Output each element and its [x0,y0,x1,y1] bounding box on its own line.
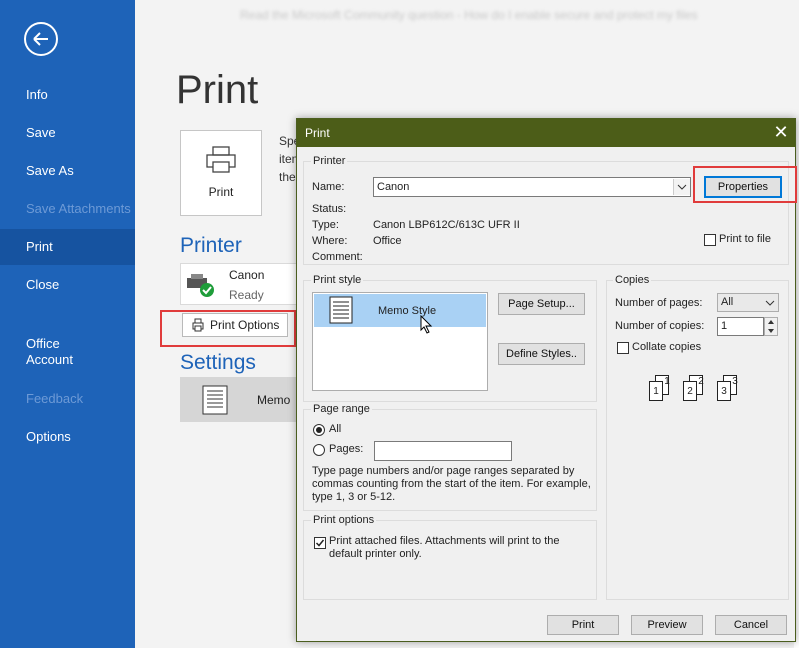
page-range-pages-radio[interactable] [313,444,325,456]
page-range-all-radio[interactable] [313,424,325,436]
window-title: Read the Microsoft Community question - … [240,8,698,22]
status-label: Status: [312,203,347,215]
memo-style-icon [329,296,353,324]
print-style-heading: Print style [311,274,364,286]
collate-page-number: 1 [664,376,670,387]
preview-button[interactable]: Preview [631,615,703,635]
sidebar-item-info[interactable]: Info [0,77,135,113]
print-options-heading: Print options [311,514,377,526]
sidebar-item-close[interactable]: Close [0,267,135,303]
sidebar-item-print[interactable]: Print [0,229,135,265]
printer-group-heading: Printer [311,155,348,167]
number-of-pages-select[interactable]: All [717,293,779,312]
page-title: Print [176,68,259,112]
printer-status: Ready [229,288,264,302]
copies-spinner[interactable] [764,317,778,336]
back-arrow-icon [33,32,48,46]
print-to-file-label: Print to file [719,233,771,245]
collate-copies-label: Collate copies [632,341,702,353]
highlight-print-options [160,310,296,347]
printer-icon [206,146,236,173]
printer-selector[interactable]: Canon Ready [180,263,298,305]
sidebar-item-feedback: Feedback [26,391,84,406]
sidebar-item-save-as[interactable]: Save As [0,153,135,189]
collate-page-number: 3 [732,376,738,387]
page-range-pages-input[interactable] [374,441,512,461]
print-button[interactable]: Print [547,615,619,635]
print-attached-checkbox[interactable] [314,537,326,549]
memo-style-icon [202,385,228,415]
name-label: Name: [312,181,345,193]
number-of-copies-label: Number of copies: [615,320,705,332]
number-of-copies-input[interactable]: 1 [717,317,764,336]
number-of-pages-label: Number of pages: [615,297,703,309]
collate-page-number: 2 [698,376,704,387]
page-range-pages-label: Pages: [329,443,364,455]
page-setup-button[interactable]: Page Setup... [498,293,585,315]
where-label: Where: [312,235,348,247]
define-styles-button[interactable]: Define Styles.. [498,343,585,365]
spinner-up-icon[interactable] [765,318,777,326]
collate-copies-checkbox[interactable] [617,342,629,354]
printer-name: Canon [229,268,265,282]
back-button[interactable] [24,22,58,56]
type-label: Type: [312,219,339,231]
collate-illustration: 1 1 2 2 3 3 [647,371,747,403]
sidebar-item-office-account[interactable]: Office Account [0,334,135,374]
print-big-label: Print [208,185,234,199]
settings-heading: Settings [180,351,256,374]
sidebar-item-save[interactable]: Save [0,115,135,151]
print-to-file-checkbox[interactable] [704,234,716,246]
settings-style-label: Memo [257,393,291,407]
printer-name-combobox[interactable]: Canon [373,177,691,197]
comment-label: Comment: [312,251,363,263]
page-range-heading: Page range [311,403,372,415]
settings-style-selector[interactable]: Memo [180,377,298,422]
printer-name-value: Canon [377,181,410,193]
print-dialog: Print ✕ Printer Name: Canon Properties S… [296,118,797,642]
printer-ready-icon [187,274,214,297]
close-icon[interactable]: ✕ [771,121,791,143]
checkmark-icon [315,539,325,547]
copies-heading: Copies [613,274,652,286]
spinner-down-icon[interactable] [765,327,777,335]
backstage-sidebar: Info Save Save As Save Attachments Print… [0,0,135,648]
list-item[interactable]: Memo Style [314,294,486,327]
print-style-list[interactable]: Memo Style [312,292,488,391]
number-of-pages-value: All [721,296,734,308]
page-range-all-label: All [329,423,342,435]
sidebar-item-options[interactable]: Options [0,419,135,455]
print-big-button[interactable]: Print [180,130,262,216]
printer-heading: Printer [180,234,242,257]
number-of-copies-value: 1 [721,320,728,332]
page-range-help: Type page numbers and/or page ranges sep… [312,465,591,503]
type-value: Canon LBP612C/613C UFR II [373,219,520,231]
print-attached-label: Print attached files. Attachments will p… [329,535,560,560]
highlight-properties [693,166,797,203]
chevron-down-icon [765,300,775,306]
cancel-button[interactable]: Cancel [715,615,787,635]
chevron-down-icon[interactable] [673,179,690,195]
dialog-titlebar: Print ✕ [297,119,795,147]
sidebar-item-save-attachments: Save Attachments [26,201,131,216]
mouse-cursor-icon [420,315,433,334]
where-value: Office [373,235,402,247]
dialog-title: Print [305,126,330,140]
